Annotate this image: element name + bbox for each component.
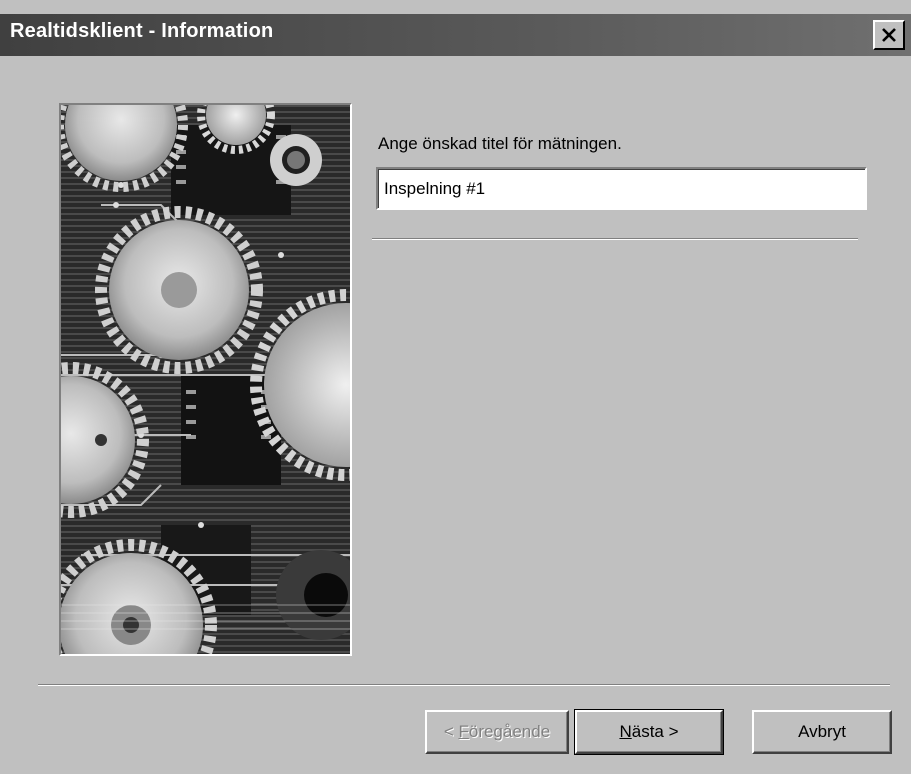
back-button[interactable]: < Föregående [425, 710, 569, 754]
cancel-button[interactable]: Avbryt [752, 710, 892, 754]
button-separator [38, 684, 890, 686]
title-bar[interactable]: Realtidsklient - Information [0, 14, 911, 56]
gears-circuit-image [61, 105, 350, 654]
close-icon [882, 28, 896, 42]
cancel-label: Avbryt [798, 722, 846, 741]
back-prefix: < [443, 722, 459, 741]
back-label-rest: öregående [468, 722, 551, 741]
next-button[interactable]: Nästa > [574, 709, 724, 755]
next-label-rest: ästa > [631, 722, 679, 741]
next-mnemonic: N [619, 722, 632, 741]
close-button[interactable] [873, 20, 905, 50]
window-title: Realtidsklient - Information [10, 20, 274, 42]
title-input[interactable] [376, 167, 867, 210]
wizard-dialog: Realtidsklient - Information Ange önskad… [0, 0, 911, 774]
title-prompt-label: Ange önskad titel för mätningen. [378, 134, 622, 153]
back-mnemonic: F [458, 722, 469, 741]
content-separator [372, 238, 858, 240]
wizard-image [59, 103, 352, 656]
